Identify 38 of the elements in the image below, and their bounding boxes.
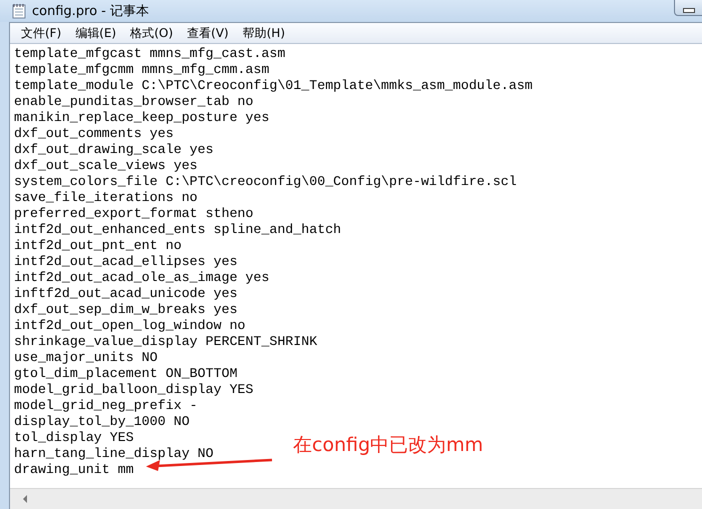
text-line: template_mfgcmm mmns_mfg_cmm.asm bbox=[14, 62, 270, 78]
menu-item[interactable]: 文件(F) bbox=[14, 24, 68, 42]
annotation-text: 在config中已改为mm bbox=[293, 437, 484, 453]
scroll-left-icon[interactable] bbox=[22, 495, 28, 503]
window-title: config.pro - 记事本 bbox=[32, 3, 150, 20]
text-line: dxf_out_scale_views yes bbox=[14, 158, 198, 174]
text-line: model_grid_neg_prefix - bbox=[14, 398, 198, 414]
text-line: intf2d_out_acad_ellipses yes bbox=[14, 254, 238, 270]
text-line: preferred_export_format stheno bbox=[14, 206, 254, 222]
text-line: template_mfgcast mmns_mfg_cast.asm bbox=[14, 46, 286, 62]
text-line: inftf2d_out_acad_unicode yes bbox=[14, 286, 238, 302]
text-line: display_tol_by_1000 NO bbox=[14, 414, 190, 430]
menu-item[interactable]: 查看(V) bbox=[180, 24, 236, 42]
text-line: intf2d_out_enhanced_ents spline_and_hatch bbox=[14, 222, 342, 238]
text-line: enable_punditas_browser_tab no bbox=[14, 94, 254, 110]
text-line: system_colors_file C:\PTC\creoconfig\00_Config\pre-wildfire.scl bbox=[14, 174, 517, 190]
menu-item[interactable]: 编辑(E) bbox=[68, 24, 124, 42]
text-line: gtol_dim_placement ON_BOTTOM bbox=[14, 366, 238, 382]
text-line: use_major_units NO bbox=[14, 350, 158, 366]
text-line: intf2d_out_open_log_window no bbox=[14, 318, 246, 334]
text-line: model_grid_balloon_display YES bbox=[14, 382, 254, 398]
minimize-button[interactable] bbox=[674, 0, 702, 16]
text-line: manikin_replace_keep_posture yes bbox=[14, 110, 270, 126]
text-line: drawing_unit mm bbox=[14, 462, 134, 478]
text-line: dxf_out_sep_dim_w_breaks yes bbox=[14, 302, 238, 318]
text-line: template_module C:\PTC\Creoconfig\01_Template\mmks_asm_module.asm bbox=[14, 78, 533, 94]
horizontal-scrollbar[interactable] bbox=[10, 488, 702, 509]
text-line: shrinkage_value_display PERCENT_SHRINK bbox=[14, 334, 318, 350]
menu-item[interactable]: 格式(O) bbox=[123, 24, 180, 42]
text-line: dxf_out_comments yes bbox=[14, 126, 174, 142]
text-line: dxf_out_drawing_scale yes bbox=[14, 142, 214, 158]
text-line: tol_display YES bbox=[14, 430, 134, 446]
notepad-icon bbox=[12, 3, 26, 19]
text-line: harn_tang_line_display NO bbox=[14, 446, 214, 462]
text-line: intf2d_out_acad_ole_as_image yes bbox=[14, 270, 270, 286]
text-line: save_file_iterations no bbox=[14, 190, 198, 206]
text-line: intf2d_out_pnt_ent no bbox=[14, 238, 182, 254]
menu-item[interactable]: 帮助(H) bbox=[236, 24, 292, 42]
